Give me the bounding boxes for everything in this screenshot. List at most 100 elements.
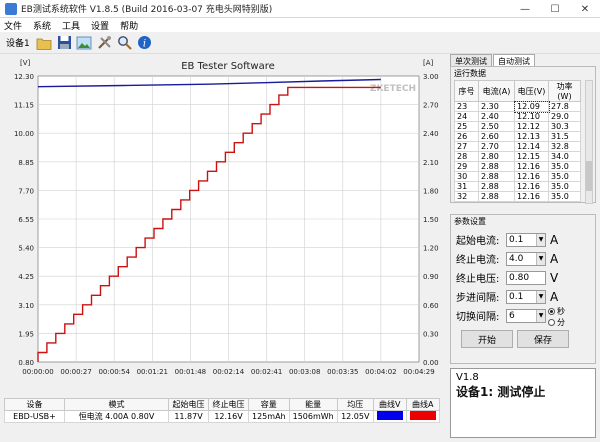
chevron-down-icon: ▼ — [536, 233, 545, 246]
close-button[interactable]: ✕ — [570, 0, 600, 18]
start-button[interactable]: 开始 — [461, 330, 513, 348]
menu-file[interactable]: 文件 — [4, 19, 22, 32]
table-row[interactable]: 24 2.40 12.10 29.0 — [454, 111, 581, 122]
image-button[interactable] — [76, 34, 93, 51]
y-right-tick-label: 2.10 — [423, 159, 439, 167]
switch-interval-row: 切换间隔: 6 ▼ — [456, 308, 546, 323]
table-cell: 2.50 — [478, 121, 515, 132]
tools-button[interactable] — [96, 34, 113, 51]
step-interval-select[interactable]: 0.1 ▼ — [506, 289, 546, 304]
table-row[interactable]: 32 2.88 12.16 35.0 — [454, 191, 581, 202]
y-right-tick-label: 3.00 — [423, 73, 439, 81]
table-cell: 29.0 — [548, 111, 581, 122]
col-device: 设备 — [4, 398, 65, 411]
col-power: 功率(W) — [548, 80, 581, 102]
table-row[interactable]: 28 2.80 12.15 34.0 — [454, 151, 581, 162]
save-file-button[interactable] — [56, 34, 73, 51]
radio-seconds[interactable]: 秒 — [548, 306, 565, 317]
y-left-tick-label: 6.55 — [18, 216, 34, 224]
table-cell: 2.88 — [478, 191, 515, 202]
maximize-button[interactable]: ☐ — [540, 0, 570, 18]
step-interval-row: 步进间隔: 0.1 ▼ A — [456, 289, 558, 304]
chevron-down-icon: ▼ — [536, 252, 545, 265]
info-button[interactable]: i — [136, 34, 153, 51]
switch-interval-select[interactable]: 6 ▼ — [506, 308, 546, 323]
y-right-tick-label: 0.00 — [423, 359, 439, 367]
y-left-tick-label: 8.85 — [18, 159, 34, 167]
x-tick-label: 00:00:27 — [60, 368, 91, 376]
menu-settings[interactable]: 设置 — [91, 19, 109, 32]
table-cell: 12.16 — [514, 191, 549, 202]
switch-interval-label: 切换间隔: — [456, 312, 500, 323]
table-cell: 2.30 — [478, 101, 515, 112]
table-cell: 12.13 — [514, 131, 549, 142]
y-right-tick-label: 2.70 — [423, 102, 439, 110]
table-cell: 2.40 — [478, 111, 515, 122]
window-title: EB测试系统软件 V1.8.5 (Build 2016-03-07 充电头网特别… — [21, 5, 273, 15]
toolbar: 设备1 i — [0, 32, 600, 54]
version-label: V1.8 — [456, 372, 479, 383]
menu-help[interactable]: 帮助 — [120, 19, 138, 32]
table-row[interactable]: 29 2.88 12.16 35.0 — [454, 161, 581, 172]
table-row[interactable]: 25 2.50 12.12 30.3 — [454, 121, 581, 132]
x-tick-label: 00:03:08 — [289, 368, 320, 376]
cell-start-voltage: 11.87V — [168, 410, 209, 423]
table-cell: 12.14 — [514, 141, 549, 152]
table-row[interactable]: 27 2.70 12.14 32.8 — [454, 141, 581, 152]
scroll-thumb[interactable] — [586, 161, 592, 191]
table-cell: 32 — [454, 191, 479, 202]
run-data-scrollbar[interactable] — [585, 80, 593, 204]
maximize-icon: ☐ — [550, 3, 560, 15]
table-cell: 2.80 — [478, 151, 515, 162]
info-icon: i — [137, 36, 151, 50]
search-button[interactable] — [116, 34, 133, 51]
x-tick-label: 00:00:00 — [22, 368, 53, 376]
table-cell: 23 — [454, 101, 479, 112]
chart-title: EB Tester Software — [181, 61, 275, 72]
end-voltage-input[interactable]: 0.80 — [506, 270, 546, 285]
status-message: 设备1: 测试停止 — [456, 385, 546, 399]
open-button[interactable] — [36, 34, 53, 51]
y-left-tick-label: 11.15 — [14, 102, 34, 110]
x-tick-label: 00:01:48 — [175, 368, 206, 376]
start-current-unit: A — [550, 232, 559, 247]
end-current-select[interactable]: 4.0 ▼ — [506, 251, 546, 266]
table-cell: 34.0 — [548, 151, 581, 162]
chart-area: EB Tester Software [V] [A] ZKETECH 12.30… — [4, 55, 444, 390]
x-tick-label: 00:02:41 — [251, 368, 282, 376]
left-unit: [V] — [20, 59, 31, 67]
table-row[interactable]: 31 2.88 12.16 35.0 — [454, 181, 581, 192]
col-end-voltage: 终止电压 — [208, 398, 249, 411]
menu-tools[interactable]: 工具 — [62, 19, 80, 32]
tools-icon — [98, 36, 111, 49]
minimize-button[interactable]: — — [510, 0, 540, 18]
cell-curve-v[interactable] — [372, 410, 407, 423]
table-row[interactable]: 23 2.30 12.09 27.8 — [454, 100, 581, 113]
col-avg-voltage: 均压 — [336, 398, 374, 411]
save-button[interactable]: 保存 — [517, 330, 569, 348]
end-current-row: 终止电流: 4.0 ▼ A — [456, 251, 558, 266]
table-row[interactable]: 26 2.60 12.13 31.5 — [454, 131, 581, 142]
col-curve-a: 曲线A — [405, 398, 440, 411]
run-data-title: 运行数据 — [454, 69, 486, 78]
start-current-select[interactable]: 0.1 ▼ — [506, 232, 546, 247]
table-cell: 30 — [454, 171, 479, 182]
svg-text:i: i — [143, 39, 146, 50]
col-mode: 模式 — [64, 398, 169, 411]
title-bar: EB测试系统软件 V1.8.5 (Build 2016-03-07 充电头网特别… — [0, 0, 600, 18]
chart: EB Tester Software [V] [A] ZKETECH 12.30… — [4, 55, 444, 390]
y-right-tick-label: 1.80 — [423, 187, 439, 195]
radio-dot-selected — [548, 308, 555, 315]
status-box: V1.8 设备1: 测试停止 — [450, 368, 596, 438]
table-row[interactable]: 30 2.88 12.16 35.0 — [454, 171, 581, 182]
radio-minutes[interactable]: 分 — [548, 317, 565, 328]
table-row[interactable]: EBD-USB+ 恒电流 4.00A 0.80V 11.87V 12.16V 1… — [4, 410, 440, 423]
table-cell: 27 — [454, 141, 479, 152]
menu-system[interactable]: 系统 — [33, 19, 51, 32]
y-left-tick-label: 5.40 — [18, 245, 34, 253]
y-left-tick-label: 3.10 — [18, 302, 34, 310]
menu-bar: 文件 系统 工具 设置 帮助 — [0, 18, 600, 32]
cell-curve-a[interactable] — [405, 410, 440, 423]
table-cell: 24 — [454, 111, 479, 122]
y-right-tick-label: 0.90 — [423, 273, 439, 281]
